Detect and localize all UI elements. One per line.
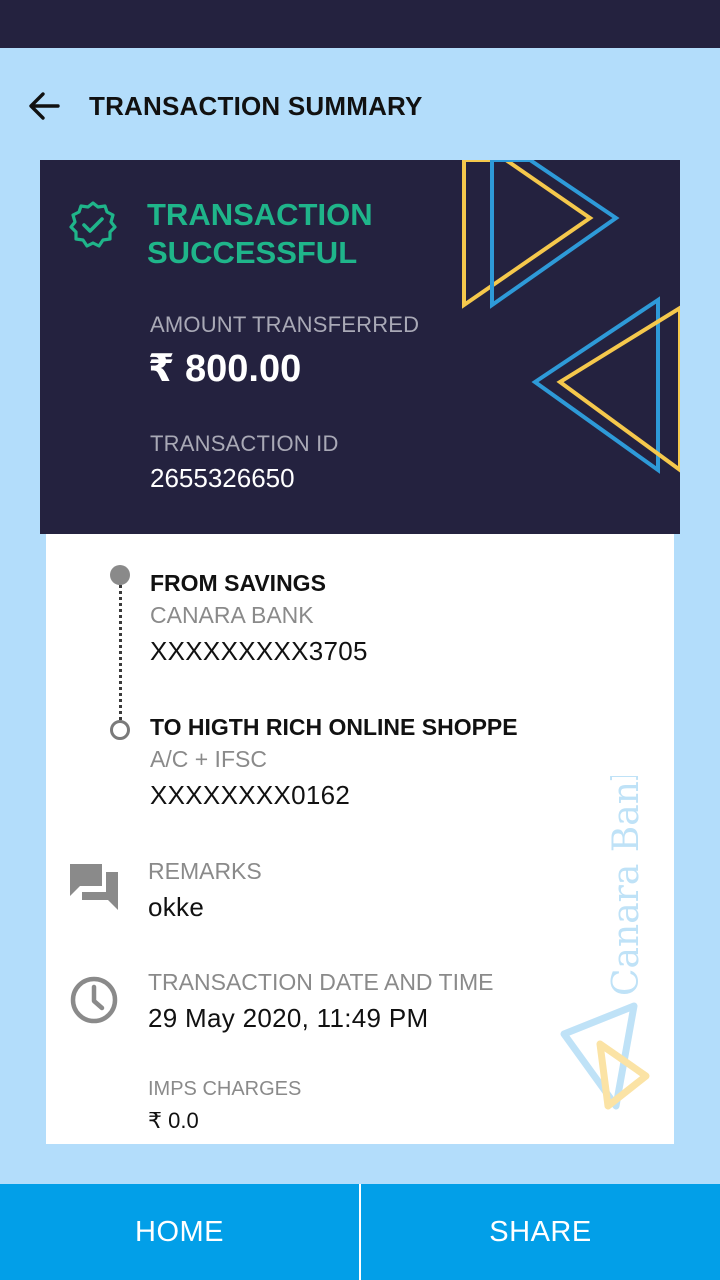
amount-label: AMOUNT TRANSFERRED: [150, 312, 420, 337]
clock-icon: [68, 974, 120, 1031]
amount-value: ₹ 800.00: [148, 348, 302, 390]
transaction-details: Canara Bank FROM SAVINGS CANARA BANK XXX…: [46, 534, 674, 1144]
back-button[interactable]: [20, 82, 68, 130]
bottom-action-bar: HOME SHARE: [0, 1184, 720, 1280]
watermark-text: Canara Bank: [606, 776, 647, 996]
transaction-id-value: 2655326650: [150, 463, 295, 493]
from-account: XXXXXXXXX3705: [150, 636, 368, 666]
check-badge-icon: [69, 201, 117, 248]
from-bank: CANARA BANK: [150, 602, 314, 628]
datetime-value: 29 May 2020, 11:49 PM: [148, 1003, 429, 1033]
chat-bubbles-icon: [68, 860, 120, 917]
share-button[interactable]: SHARE: [361, 1184, 720, 1280]
route-line: [119, 585, 122, 720]
transaction-id-label: TRANSACTION ID: [150, 431, 339, 456]
from-title: FROM SAVINGS: [150, 570, 326, 596]
to-type: A/C + IFSC: [150, 746, 267, 772]
from-dot: [110, 565, 130, 585]
imps-charges-value: ₹ 0.0: [148, 1108, 199, 1133]
success-status: TRANSACTION SUCCESSFUL: [147, 197, 373, 270]
arrow-left-icon: [29, 92, 60, 120]
imps-charges-label: IMPS CHARGES: [148, 1078, 302, 1100]
app-header: TRANSACTION SUMMARY: [0, 48, 720, 160]
page-title: TRANSACTION SUMMARY: [89, 91, 423, 121]
transaction-summary-card: TRANSACTION SUCCESSFUL AMOUNT TRANSFERRE…: [40, 160, 680, 534]
status-bar: [0, 0, 720, 48]
canara-bank-watermark: Canara Bank: [560, 776, 650, 1110]
to-dot: [110, 720, 130, 740]
remarks-value: okke: [148, 892, 205, 922]
to-account: XXXXXXXX0162: [150, 780, 351, 810]
home-button[interactable]: HOME: [0, 1184, 359, 1280]
datetime-label: TRANSACTION DATE AND TIME: [148, 969, 494, 995]
to-title: TO HIGTH RICH ONLINE SHOPPE: [150, 714, 518, 740]
remarks-label: REMARKS: [148, 858, 262, 884]
